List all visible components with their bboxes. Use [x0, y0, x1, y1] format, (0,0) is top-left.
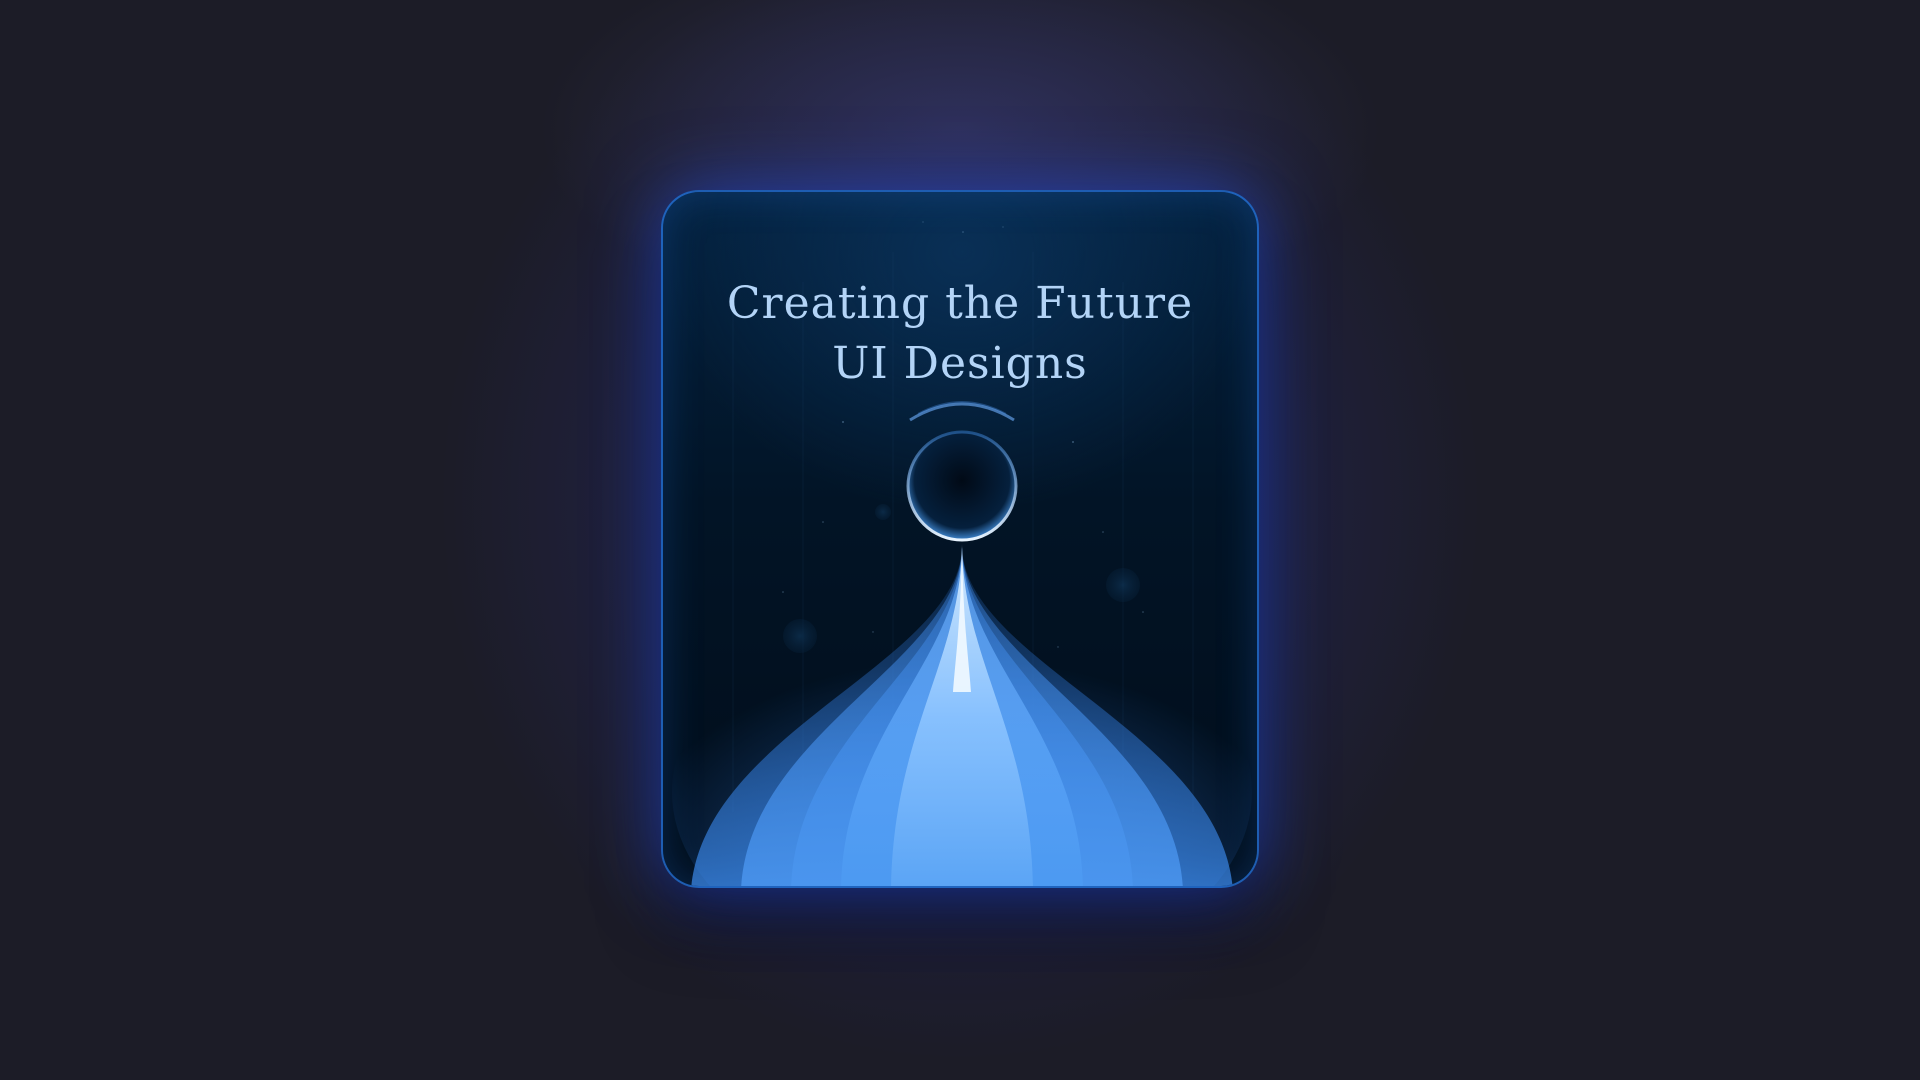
- card-title: Creating the Future UI Designs: [663, 274, 1257, 394]
- card-title-line-1: Creating the Future: [726, 278, 1194, 329]
- bubble-icon: [1106, 568, 1140, 602]
- bubble-icon: [875, 504, 891, 520]
- orb-icon: [906, 401, 1018, 542]
- card-title-line-2: UI Designs: [832, 338, 1088, 389]
- hero-card[interactable]: Creating the Future UI Designs: [661, 190, 1259, 888]
- page-background: Creating the Future UI Designs: [0, 0, 1920, 1080]
